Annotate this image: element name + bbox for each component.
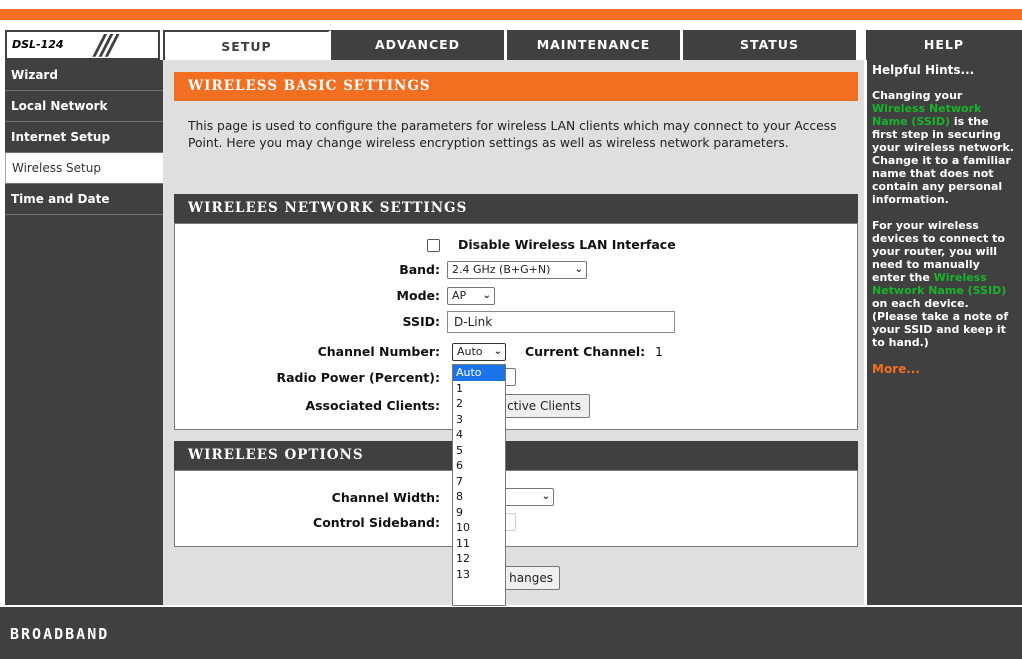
tab-help[interactable]: HELP xyxy=(866,30,1022,60)
model-badge: DSL-124 /// xyxy=(5,28,160,61)
mode-value: AP xyxy=(452,289,467,302)
current-channel-label: Current Channel: xyxy=(525,344,646,359)
channel-option-8[interactable]: 8 xyxy=(453,489,505,505)
channel-option-2[interactable]: 2 xyxy=(453,396,505,412)
sidebar-item-wizard[interactable]: Wizard xyxy=(5,60,163,91)
mode-label: Mode: xyxy=(396,288,440,303)
hints-text: on each device. (Please take a note of y… xyxy=(872,297,1009,349)
chevron-down-icon: ⌄ xyxy=(493,346,502,357)
router-admin-page: DSL-124 /// SETUP ADVANCED MAINTENANCE S… xyxy=(0,0,1022,659)
channel-dropdown-list: Auto 1 2 3 4 5 6 7 8 9 10 11 12 13 xyxy=(452,364,506,606)
top-accent-bar xyxy=(0,9,1022,20)
band-label: Band: xyxy=(399,262,440,277)
chevron-down-icon: ⌄ xyxy=(574,264,583,275)
tab-advanced[interactable]: ADVANCED xyxy=(331,30,507,60)
channel-option-11[interactable]: 11 xyxy=(453,536,505,552)
sidebar: Wizard Local Network Internet Setup Wire… xyxy=(5,60,163,605)
helpful-hints-panel: Helpful Hints... Changing your Wireless … xyxy=(867,60,1022,605)
channel-option-auto[interactable]: Auto xyxy=(453,365,505,381)
channel-option-5[interactable]: 5 xyxy=(453,443,505,459)
chevron-down-icon: ⌄ xyxy=(482,290,491,301)
sidebar-item-local-network[interactable]: Local Network xyxy=(5,91,163,122)
channel-option-1[interactable]: 1 xyxy=(453,381,505,397)
channel-option-13[interactable]: 13 xyxy=(453,567,505,583)
band-value: 2.4 GHz (B+G+N) xyxy=(452,263,551,276)
channel-option-9[interactable]: 9 xyxy=(453,505,505,521)
channel-option-4[interactable]: 4 xyxy=(453,427,505,443)
disable-wlan-checkbox[interactable] xyxy=(427,239,440,252)
current-channel-value: 1 xyxy=(655,344,663,359)
channel-number-select[interactable]: Auto ⌄ xyxy=(452,343,506,361)
footer: BROADBAND xyxy=(0,607,1022,659)
hints-paragraph-1: Changing your Wireless Network Name (SSI… xyxy=(872,89,1017,206)
sidebar-item-wireless-setup[interactable]: Wireless Setup xyxy=(5,153,163,184)
control-sideband-label: Control Sideband: xyxy=(313,515,440,530)
footer-brand: BROADBAND xyxy=(10,625,110,643)
ssid-input[interactable]: D-Link xyxy=(447,311,675,333)
channel-width-label: Channel Width: xyxy=(331,490,440,505)
logo-slashes-icon: /// xyxy=(95,28,118,61)
tab-maintenance[interactable]: MAINTENANCE xyxy=(507,30,683,60)
channel-option-10[interactable]: 10 xyxy=(453,520,505,536)
more-link[interactable]: More... xyxy=(872,363,1017,376)
sidebar-item-internet-setup[interactable]: Internet Setup xyxy=(5,122,163,153)
network-settings-title: WIRELEES NETWORK SETTINGS xyxy=(174,194,858,223)
ssid-label: SSID: xyxy=(402,314,440,329)
hints-text: is the first step in securing your wirel… xyxy=(872,115,1014,206)
channel-number-label: Channel Number: xyxy=(317,344,440,359)
header: DSL-124 /// SETUP ADVANCED MAINTENANCE S… xyxy=(0,28,1022,61)
disable-wlan-label: Disable Wireless LAN Interface xyxy=(458,237,676,252)
channel-option-6[interactable]: 6 xyxy=(453,458,505,474)
channel-option-12[interactable]: 12 xyxy=(453,551,505,567)
channel-option-7[interactable]: 7 xyxy=(453,474,505,490)
hints-title: Helpful Hints... xyxy=(872,63,975,77)
chevron-down-icon: ⌄ xyxy=(541,491,550,502)
hints-text: Changing your xyxy=(872,89,963,102)
basic-settings-description: This page is used to configure the param… xyxy=(188,119,837,150)
radio-power-label: Radio Power (Percent): xyxy=(276,370,440,385)
band-select[interactable]: 2.4 GHz (B+G+N) ⌄ xyxy=(447,261,587,279)
tab-setup[interactable]: SETUP xyxy=(163,30,331,60)
channel-number-value: Auto xyxy=(457,345,483,358)
tab-status[interactable]: STATUS xyxy=(683,30,859,60)
wireless-options-title: WIRELEES OPTIONS xyxy=(174,441,858,470)
model-name: DSL-124 xyxy=(12,38,64,51)
channel-option-3[interactable]: 3 xyxy=(453,412,505,428)
sidebar-item-time-and-date[interactable]: Time and Date xyxy=(5,184,163,215)
associated-clients-label: Associated Clients: xyxy=(305,398,440,413)
mode-select[interactable]: AP ⌄ xyxy=(447,287,495,305)
hints-paragraph-2: For your wireless devices to connect to … xyxy=(872,219,1017,349)
basic-settings-title: WIRELESS BASIC SETTINGS xyxy=(174,72,858,101)
wireless-options-panel xyxy=(174,470,858,547)
